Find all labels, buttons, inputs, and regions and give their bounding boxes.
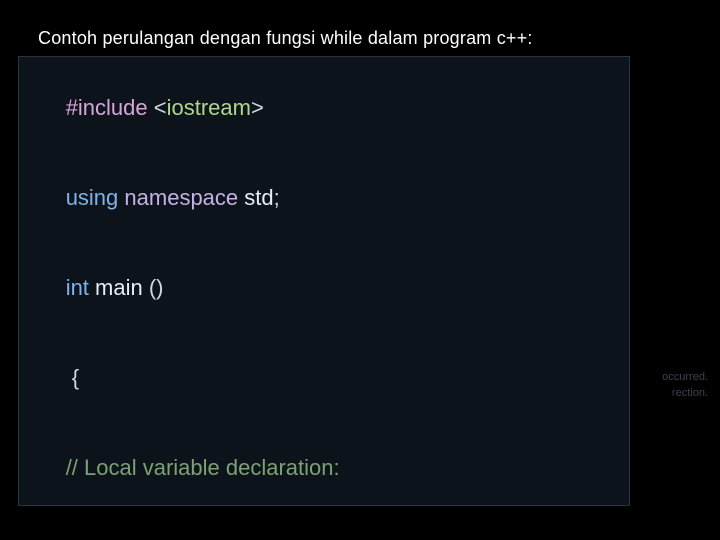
- code-line-1: #include <iostream>: [29, 63, 619, 153]
- token-header: iostream: [167, 95, 251, 120]
- ghost-text-1: occurred.: [662, 370, 708, 384]
- token-brace-open: {: [66, 365, 79, 390]
- token-semi: ;: [274, 185, 280, 210]
- token-comment-1: // Local variable declaration:: [66, 455, 340, 480]
- token-std: std: [244, 185, 273, 210]
- token-angle-close: >: [251, 95, 264, 120]
- slide-page: Contoh perulangan dengan fungsi while da…: [0, 0, 720, 540]
- ghost-text-2: rection.: [672, 386, 708, 400]
- token-int: int: [66, 275, 95, 300]
- token-main: main: [95, 275, 149, 300]
- token-angle-open: <: [154, 95, 167, 120]
- token-parens: (): [149, 275, 164, 300]
- code-line-4: {: [29, 333, 619, 423]
- token-namespace: namespace: [124, 185, 244, 210]
- code-line-5: // Local variable declaration:: [29, 423, 619, 513]
- token-directive: #include: [66, 95, 154, 120]
- slide-heading: Contoh perulangan dengan fungsi while da…: [38, 28, 533, 49]
- code-line-6: int a = 1;: [29, 513, 619, 540]
- token-using: using: [66, 185, 125, 210]
- code-line-3: int main (): [29, 243, 619, 333]
- code-block: #include <iostream> using namespace std;…: [18, 56, 630, 506]
- code-line-2: using namespace std;: [29, 153, 619, 243]
